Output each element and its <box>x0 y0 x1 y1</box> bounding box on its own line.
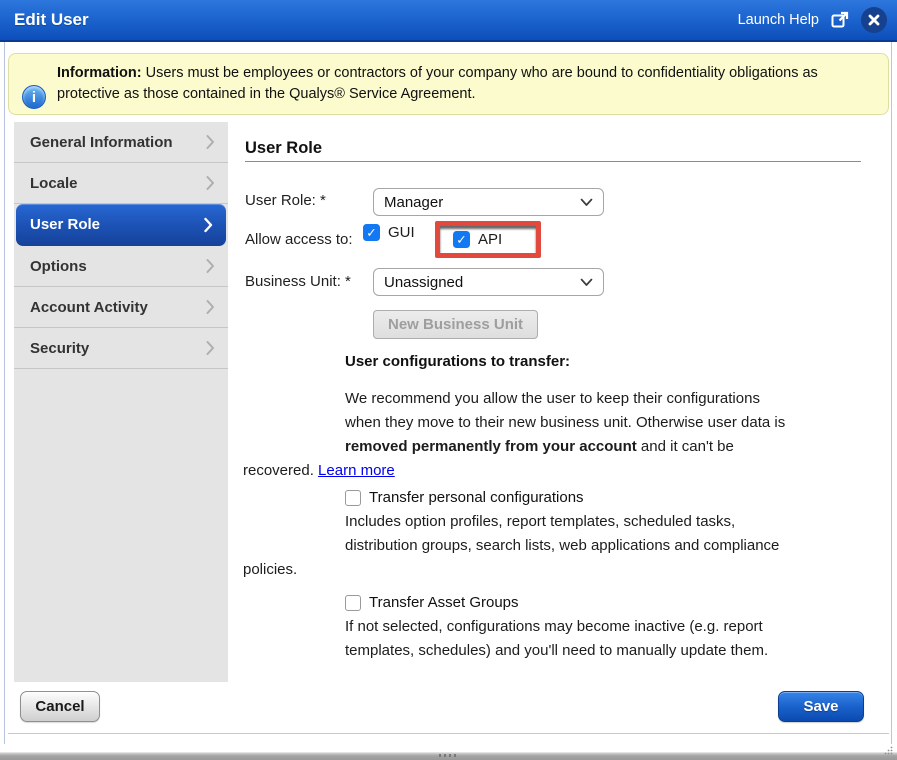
transfer-assets-row: Transfer Asset Groups <box>345 594 519 611</box>
api-highlight-annotation: ✓ API <box>435 221 541 258</box>
note-line-text: recovered. <box>243 462 318 479</box>
note-line: recovered. Learn more <box>243 459 883 483</box>
sidebar-item-general-information[interactable]: General Information <box>14 122 228 163</box>
external-window-icon[interactable] <box>830 10 850 30</box>
sidebar-item-label: Account Activity <box>30 299 148 316</box>
sidebar: General Information Locale User Role Opt… <box>14 122 228 682</box>
sidebar-item-label: Options <box>30 258 87 275</box>
resize-grip-icon[interactable] <box>884 742 893 760</box>
transfer-personal-description: Includes option profiles, report templat… <box>243 510 883 582</box>
allow-access-label: Allow access to: <box>245 231 353 248</box>
chevron-right-icon <box>206 176 215 191</box>
sidebar-item-label: Security <box>30 340 89 357</box>
new-business-unit-button[interactable]: New Business Unit <box>373 310 538 339</box>
transfer-assets-description: If not selected, configurations may beco… <box>243 615 883 663</box>
heading-divider <box>245 161 861 162</box>
transfer-personal-row: Transfer personal configurations <box>345 489 584 506</box>
sidebar-item-label: Locale <box>30 175 78 192</box>
description-line: templates, schedules) and you'll need to… <box>345 639 883 663</box>
info-banner-label: Information: <box>57 65 142 81</box>
info-banner: i Information: Users must be employees o… <box>8 53 889 115</box>
chevron-right-icon <box>206 259 215 274</box>
chevron-right-icon <box>206 135 215 150</box>
drag-handle-dots[interactable] <box>439 754 459 757</box>
transfer-note-paragraph: We recommend you allow the user to keep … <box>243 387 883 483</box>
chevron-right-icon <box>206 300 215 315</box>
gui-checkbox-label: GUI <box>388 224 415 241</box>
info-banner-body: Users must be employees or contractors o… <box>57 65 818 102</box>
description-line: If not selected, configurations may beco… <box>345 615 883 639</box>
sidebar-item-options[interactable]: Options <box>14 246 228 287</box>
api-checkbox[interactable]: ✓ <box>453 231 470 248</box>
info-icon: i <box>22 85 46 109</box>
gui-checkbox[interactable]: ✓ <box>363 224 380 241</box>
api-checkbox-label: API <box>478 231 502 248</box>
note-line: We recommend you allow the user to keep … <box>345 387 883 411</box>
gui-checkbox-group: ✓ GUI <box>363 224 415 241</box>
business-unit-label: Business Unit: * <box>245 273 351 290</box>
note-line: when they move to their new business uni… <box>345 411 883 435</box>
description-line: distribution groups, search lists, web a… <box>345 534 883 558</box>
note-line-rest: and it can't be <box>637 438 734 455</box>
section-heading: User Role <box>245 139 322 158</box>
cancel-button[interactable]: Cancel <box>20 691 100 722</box>
chevron-down-icon <box>580 278 593 287</box>
sidebar-item-security[interactable]: Security <box>14 328 228 369</box>
description-line: Includes option profiles, report templat… <box>345 510 883 534</box>
close-icon <box>868 14 880 26</box>
business-unit-select-value: Unassigned <box>384 274 463 291</box>
titlebar-actions: Launch Help <box>738 0 887 40</box>
user-role-label: User Role: * <box>245 192 326 209</box>
info-banner-text: Information: Users must be employees or … <box>57 63 869 105</box>
sidebar-item-label: General Information <box>30 134 173 151</box>
check-icon: ✓ <box>456 232 466 247</box>
dialog-bottom-divider <box>8 733 889 734</box>
user-role-select[interactable]: Manager <box>373 188 604 216</box>
user-role-select-value: Manager <box>384 194 443 211</box>
sidebar-item-label: User Role <box>30 216 100 233</box>
transfer-assets-label: Transfer Asset Groups <box>369 594 519 611</box>
launch-help-link[interactable]: Launch Help <box>738 12 819 28</box>
close-button[interactable] <box>861 7 887 33</box>
chevron-right-icon <box>206 341 215 356</box>
note-line-bold: removed permanently from your account <box>345 438 637 455</box>
save-button[interactable]: Save <box>778 691 864 722</box>
title-bar: Edit User Launch Help <box>0 0 897 42</box>
chevron-right-icon <box>204 218 213 233</box>
note-line: removed permanently from your account an… <box>345 435 883 459</box>
edit-user-dialog: Edit User Launch Help i Information: <box>0 0 897 760</box>
sidebar-item-user-role[interactable]: User Role <box>16 204 226 246</box>
transfer-assets-checkbox[interactable] <box>345 595 361 611</box>
learn-more-link[interactable]: Learn more <box>318 462 395 479</box>
dialog-title: Edit User <box>14 10 89 30</box>
business-unit-select[interactable]: Unassigned <box>373 268 604 296</box>
description-line: policies. <box>243 558 883 582</box>
transfer-personal-checkbox[interactable] <box>345 490 361 506</box>
sidebar-item-account-activity[interactable]: Account Activity <box>14 287 228 328</box>
transfer-note-heading: User configurations to transfer: <box>345 353 570 370</box>
transfer-personal-label: Transfer personal configurations <box>369 489 584 506</box>
chevron-down-icon <box>580 198 593 207</box>
check-icon: ✓ <box>366 225 376 240</box>
sidebar-item-locale[interactable]: Locale <box>14 163 228 204</box>
